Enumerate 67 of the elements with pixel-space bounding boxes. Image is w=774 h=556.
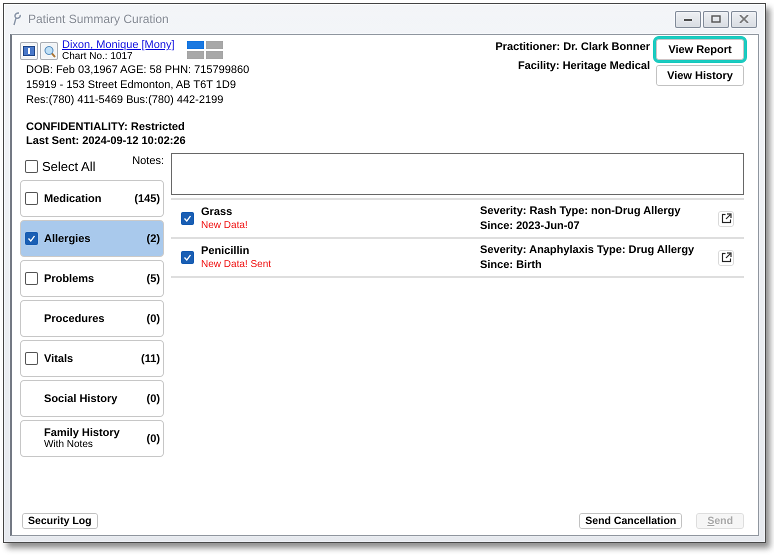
category-count: (0) (146, 312, 160, 324)
category-label: Family History (44, 427, 121, 439)
maximize-button[interactable] (703, 10, 729, 28)
close-button[interactable] (731, 10, 757, 28)
category-checkbox[interactable] (25, 192, 38, 205)
category-checkbox[interactable] (25, 232, 38, 245)
patient-name-link[interactable]: Dixon, Monique [Mony] (62, 39, 174, 51)
allergy-checkbox[interactable] (181, 251, 194, 264)
open-external-button[interactable] (718, 250, 734, 266)
allergy-detail: Severity: Rash Type: non-Drug Allergy (480, 204, 680, 218)
header-button[interactable]: View Report (656, 39, 744, 60)
category-item[interactable]: Family History With Notes (0) (20, 420, 164, 457)
footer-button[interactable]: Send Cancellation (579, 513, 682, 529)
allergy-checkbox[interactable] (181, 212, 194, 225)
maximize-icon (711, 15, 721, 23)
patient-detail: 15919 - 153 Street Edmonton, AB T6T 1D9 (26, 78, 237, 93)
minimize-icon (683, 16, 693, 22)
confidentiality-text: CONFIDENTIALITY: Restricted (26, 120, 186, 134)
category-label: Social History (44, 392, 118, 404)
category-item[interactable]: Vitals (11) (20, 340, 164, 377)
category-count: (2) (146, 232, 160, 244)
category-label: Procedures (44, 312, 106, 324)
category-count: (0) (146, 432, 160, 444)
last-sent-text: Last Sent: 2024-09-12 10:02:26 (26, 134, 187, 148)
category-item[interactable]: Allergies (2) (20, 220, 164, 257)
id-card-button[interactable] (20, 42, 38, 60)
select-all-checkbox[interactable]: Select All (25, 159, 96, 174)
patient-detail: Res:(780) 411-5469 Bus:(780) 442-2199 (26, 93, 224, 108)
allergy-status: New Data! Sent (201, 258, 272, 272)
allergy-name: Grass (201, 204, 234, 218)
category-count: (145) (134, 192, 160, 204)
category-count: (11) (141, 352, 160, 364)
category-checkbox[interactable] (25, 272, 38, 285)
window-title: Patient Summary Curation (28, 12, 169, 26)
category-item[interactable]: Social History (0) (20, 380, 164, 417)
category-item[interactable]: Medication (145) (20, 180, 164, 217)
header-button[interactable]: View History (656, 65, 744, 86)
notes-field[interactable] (171, 153, 744, 195)
category-sublabel: With Notes (44, 439, 94, 450)
check-icon (27, 234, 36, 243)
category-item[interactable]: Procedures (0) (20, 300, 164, 337)
notes-label: Notes: (132, 155, 164, 167)
check-icon (183, 214, 192, 223)
layout-grid-icon[interactable] (186, 41, 222, 59)
open-external-button[interactable] (718, 210, 734, 226)
category-label: Allergies (44, 232, 92, 244)
practitioner-text: Practitioner: Dr. Clark Bonner (495, 41, 650, 53)
allergy-name: Penicillin (201, 244, 250, 258)
category-label: Vitals (44, 352, 74, 364)
category-count: (0) (146, 392, 160, 404)
app-icon (11, 12, 23, 26)
category-count: (5) (146, 272, 160, 284)
allergy-status: New Data! (201, 218, 249, 232)
facility-text: Facility: Heritage Medical (518, 60, 650, 72)
allergy-since: Since: Birth (480, 258, 543, 272)
close-icon (739, 15, 749, 23)
allergy-detail: Severity: Anaphylaxis Type: Drug Allergy (480, 242, 694, 258)
security-log-button[interactable]: Security Log (22, 513, 98, 529)
patient-detail: DOB: Feb 03,1967 AGE: 58 PHN: 715799860 (26, 63, 250, 78)
allergy-since: Since: 2023-Jun-07 (480, 218, 581, 234)
category-label: Medication (44, 192, 102, 204)
category-checkbox[interactable] (25, 352, 38, 365)
chart-number: Chart No.: 1017 (62, 51, 134, 63)
check-icon (183, 253, 192, 262)
minimize-button[interactable] (675, 10, 701, 28)
category-label: Problems (44, 272, 96, 284)
category-item[interactable]: Problems (5) (20, 260, 164, 297)
